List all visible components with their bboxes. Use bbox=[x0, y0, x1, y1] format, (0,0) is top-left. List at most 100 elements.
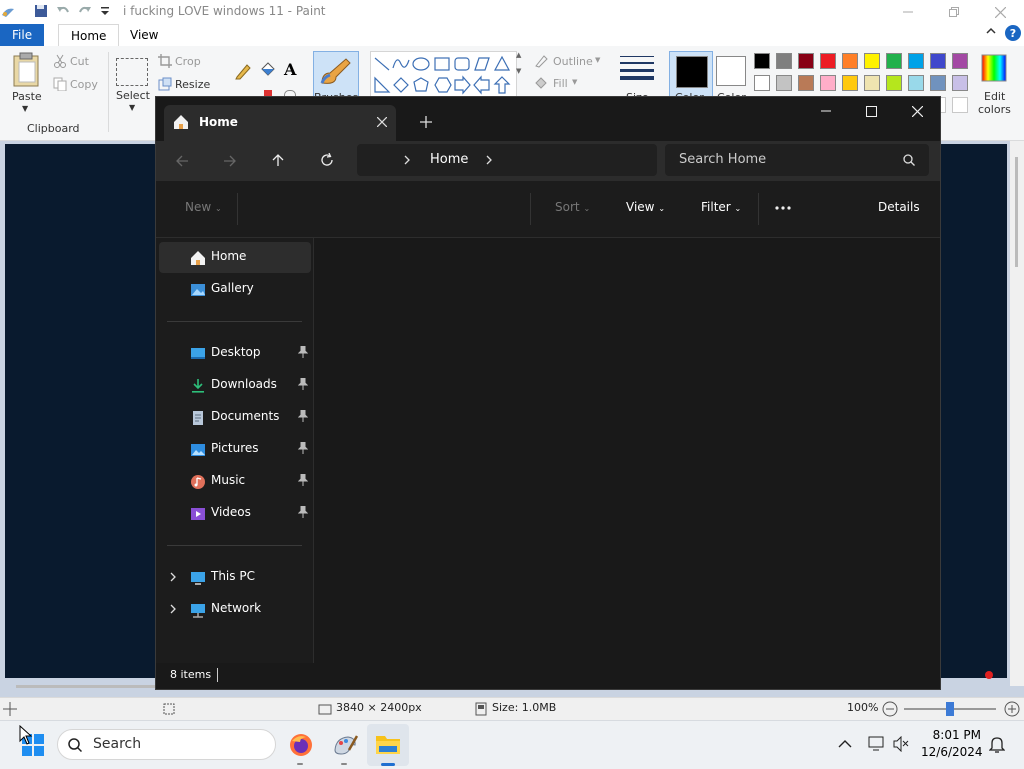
text-tool-icon[interactable]: A bbox=[284, 60, 296, 79]
palette-swatch[interactable] bbox=[754, 75, 770, 91]
palette-swatch[interactable] bbox=[930, 75, 946, 91]
explorer-taskbar-button[interactable] bbox=[367, 724, 409, 766]
zoom-in-icon[interactable] bbox=[1004, 701, 1020, 717]
nav-item-documents[interactable]: Documents bbox=[159, 402, 311, 433]
tab-file[interactable]: File bbox=[0, 24, 45, 46]
pin-icon[interactable] bbox=[298, 346, 308, 358]
tab-view[interactable]: View bbox=[118, 24, 170, 46]
palette-swatch[interactable] bbox=[952, 75, 968, 91]
new-tab-icon[interactable] bbox=[420, 116, 432, 128]
close-tab-icon[interactable] bbox=[377, 117, 387, 127]
select-button[interactable]: Select bbox=[116, 89, 150, 102]
scroll-thumb[interactable] bbox=[1015, 157, 1018, 267]
palette-swatch[interactable] bbox=[776, 53, 792, 69]
clock-time[interactable]: 8:01 PM bbox=[931, 728, 981, 742]
nav-item-pictures[interactable]: Pictures bbox=[159, 434, 311, 465]
edit-colors-label-1[interactable]: Edit bbox=[984, 90, 1005, 103]
explorer-content-pane[interactable] bbox=[314, 238, 940, 663]
nav-item-this-pc[interactable]: This PC bbox=[159, 562, 311, 593]
crop-button[interactable]: Crop bbox=[175, 55, 201, 68]
palette-swatch[interactable] bbox=[864, 75, 880, 91]
filter-button[interactable]: Filter ⌄ bbox=[701, 200, 741, 214]
color2-button[interactable] bbox=[716, 56, 746, 86]
pin-icon[interactable] bbox=[298, 442, 308, 454]
palette-swatch[interactable] bbox=[908, 75, 924, 91]
pin-icon[interactable] bbox=[298, 506, 308, 518]
nav-item-gallery[interactable]: Gallery bbox=[159, 274, 311, 305]
palette-swatch[interactable] bbox=[842, 53, 858, 69]
palette-swatch[interactable] bbox=[908, 53, 924, 69]
more-options-icon[interactable] bbox=[774, 205, 792, 211]
pin-icon[interactable] bbox=[298, 410, 308, 422]
paint-taskbar-icon[interactable] bbox=[332, 732, 358, 758]
palette-swatch[interactable] bbox=[952, 53, 968, 69]
collapse-ribbon-icon[interactable] bbox=[985, 25, 997, 37]
explorer-close-button[interactable] bbox=[894, 97, 940, 125]
palette-swatch[interactable] bbox=[820, 53, 836, 69]
eraser-icon[interactable] bbox=[264, 90, 272, 96]
nav-item-home[interactable]: Home bbox=[159, 242, 311, 273]
redo-icon[interactable] bbox=[78, 4, 92, 18]
nav-item-music[interactable]: Music bbox=[159, 466, 311, 497]
search-icon[interactable] bbox=[903, 154, 915, 166]
palette-swatch[interactable] bbox=[842, 75, 858, 91]
customize-qat-icon[interactable] bbox=[98, 4, 112, 18]
forward-arrow-icon[interactable] bbox=[223, 154, 237, 168]
view-button[interactable]: View ⌄ bbox=[626, 200, 665, 214]
palette-swatch[interactable] bbox=[776, 75, 792, 91]
explorer-maximize-button[interactable] bbox=[848, 97, 894, 125]
zoom-out-icon[interactable] bbox=[882, 701, 898, 717]
resize-button[interactable]: Resize bbox=[175, 78, 210, 91]
nav-item-downloads[interactable]: Downloads bbox=[159, 370, 311, 401]
up-arrow-icon[interactable] bbox=[271, 153, 285, 167]
breadcrumb-chevron-icon[interactable] bbox=[485, 155, 493, 165]
tab-home[interactable]: Home bbox=[58, 24, 120, 48]
taskbar-search[interactable]: Search bbox=[57, 729, 276, 760]
breadcrumb-chevron-icon[interactable] bbox=[403, 155, 411, 165]
size-icon[interactable] bbox=[620, 54, 654, 82]
search-input[interactable]: Search Home bbox=[665, 144, 929, 176]
paint-maximize-button[interactable] bbox=[931, 0, 977, 24]
cut-button[interactable]: Cut bbox=[70, 55, 89, 68]
help-icon[interactable]: ? bbox=[1004, 24, 1022, 42]
palette-swatch[interactable] bbox=[864, 53, 880, 69]
details-button[interactable]: Details bbox=[878, 200, 920, 214]
network-status-icon[interactable] bbox=[868, 736, 886, 752]
breadcrumb-home[interactable]: Home bbox=[430, 152, 468, 167]
palette-swatch[interactable] bbox=[886, 53, 902, 69]
paint-minimize-button[interactable] bbox=[885, 0, 931, 24]
chevron-right-icon[interactable] bbox=[167, 603, 179, 615]
nav-item-desktop[interactable]: Desktop bbox=[159, 338, 311, 369]
undo-icon[interactable] bbox=[56, 4, 70, 18]
shapes-scroll-icon[interactable]: ▲ ▼ bbox=[516, 51, 524, 97]
clock-date[interactable]: 12/6/2024 bbox=[921, 745, 983, 759]
pin-icon[interactable] bbox=[298, 474, 308, 486]
nav-item-videos[interactable]: Videos bbox=[159, 498, 311, 529]
show-hidden-icons-icon[interactable] bbox=[838, 739, 852, 749]
custom-color-slot[interactable] bbox=[952, 97, 968, 113]
explorer-minimize-button[interactable] bbox=[803, 97, 849, 125]
fill-bucket-icon[interactable] bbox=[258, 61, 276, 79]
firefox-icon[interactable] bbox=[288, 732, 314, 758]
save-icon[interactable] bbox=[34, 4, 48, 18]
palette-swatch[interactable] bbox=[798, 53, 814, 69]
palette-swatch[interactable] bbox=[886, 75, 902, 91]
sort-button[interactable]: Sort ⌄ bbox=[555, 200, 590, 214]
outline-button[interactable]: Outline bbox=[553, 55, 593, 68]
notifications-bell-icon[interactable] bbox=[989, 736, 1005, 754]
volume-muted-icon[interactable] bbox=[893, 736, 909, 752]
nav-item-network[interactable]: Network bbox=[159, 594, 311, 625]
fill-button[interactable]: Fill bbox=[553, 77, 568, 90]
palette-swatch[interactable] bbox=[930, 53, 946, 69]
paint-vertical-scrollbar[interactable] bbox=[1010, 141, 1024, 686]
new-button[interactable]: New ⌄ bbox=[185, 200, 222, 214]
palette-swatch[interactable] bbox=[820, 75, 836, 91]
zoom-slider-thumb[interactable] bbox=[946, 702, 954, 716]
back-arrow-icon[interactable] bbox=[175, 154, 189, 168]
address-bar[interactable]: Home bbox=[357, 144, 657, 176]
pencil-icon[interactable] bbox=[234, 62, 252, 80]
edit-colors-label-2[interactable]: colors bbox=[978, 103, 1011, 116]
palette-swatch[interactable] bbox=[798, 75, 814, 91]
paint-close-button[interactable] bbox=[977, 0, 1023, 24]
explorer-tab-home[interactable]: Home bbox=[164, 105, 396, 141]
